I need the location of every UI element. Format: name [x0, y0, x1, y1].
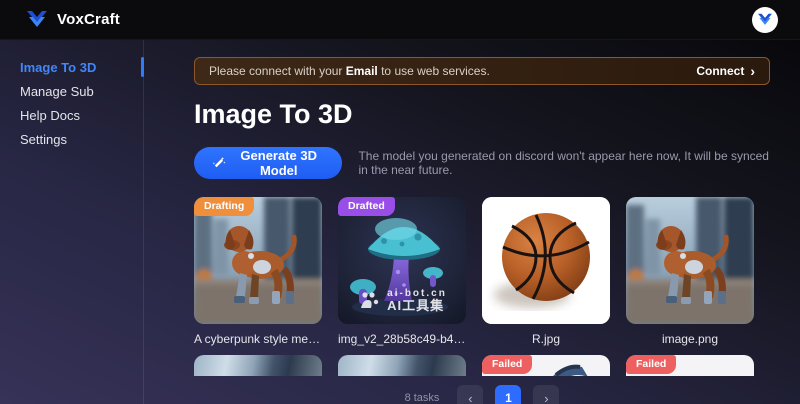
sidebar-item-label: Manage Sub	[20, 84, 94, 99]
task-caption: image.png	[626, 332, 754, 346]
pagination-page-1[interactable]: 1	[495, 385, 521, 404]
task-thumbnail-cyberpunk-dog[interactable]: Drafting	[194, 197, 322, 324]
generate-3d-model-button[interactable]: Generate 3D Model	[194, 147, 342, 179]
banner-text-prefix: Please connect with your	[209, 64, 346, 78]
voxcraft-logo-icon	[26, 10, 48, 30]
email-connect-banner: Please connect with your Email to use we…	[194, 57, 770, 85]
task-thumbnail-robot-dog[interactable]	[626, 197, 754, 324]
tasks-count: 8 tasks	[405, 392, 440, 404]
brand-name: VoxCraft	[57, 11, 120, 28]
chevron-right-icon: ›	[750, 64, 755, 78]
banner-message: Please connect with your Email to use we…	[209, 64, 490, 78]
task-card: Drafted ai-bot.cn AI工具集	[338, 197, 466, 346]
sidebar-item-settings[interactable]: Settings	[0, 127, 143, 151]
task-caption: A cyberpunk style mechanical...	[194, 332, 322, 346]
pagination-next-button[interactable]: ›	[533, 385, 559, 404]
user-avatar[interactable]	[752, 7, 778, 33]
brand: VoxCraft	[26, 10, 120, 30]
connect-label: Connect	[696, 64, 744, 78]
task-thumbnail-partial[interactable]	[338, 355, 466, 376]
sidebar-item-image-to-3d[interactable]: Image To 3D	[0, 55, 143, 79]
sidebar-item-manage-sub[interactable]: Manage Sub	[0, 79, 143, 103]
banner-text-email: Email	[346, 64, 378, 78]
connect-button[interactable]: Connect ›	[696, 64, 755, 78]
status-badge-drafted: Drafted	[338, 197, 395, 216]
sidebar-item-label: Settings	[20, 132, 67, 147]
main-content: Please connect with your Email to use we…	[144, 40, 800, 404]
pagination: 8 tasks ‹ 1 ›	[194, 385, 770, 404]
sidebar-item-help-docs[interactable]: Help Docs	[0, 103, 143, 127]
task-card-grid: Drafting A cyberpunk style mechanical...	[194, 197, 770, 346]
status-badge-failed: Failed	[626, 355, 676, 374]
ai-bot-logo-icon	[357, 291, 381, 311]
discord-sync-notice: The model you generated on discord won't…	[358, 149, 770, 177]
generate-button-label: Generate 3D Model	[233, 148, 324, 178]
task-thumbnail-partial[interactable]	[194, 355, 322, 376]
controls-row: Generate 3D Model The model you generate…	[194, 147, 770, 179]
pagination-prev-button[interactable]: ‹	[457, 385, 483, 404]
banner-text-suffix: to use web services.	[378, 64, 490, 78]
ai-bot-watermark: ai-bot.cn AI工具集	[338, 288, 466, 314]
task-card-grid-row2: Failed Failed	[194, 355, 770, 376]
task-card: Drafting A cyberpunk style mechanical...	[194, 197, 322, 346]
task-caption: img_v2_28b58c49-b49d-4e59...	[338, 332, 466, 346]
task-card: image.png	[626, 197, 754, 346]
task-card: R.jpg	[482, 197, 610, 346]
app-body: Image To 3D Manage Sub Help Docs Setting…	[0, 40, 800, 404]
active-indicator-bar	[141, 57, 144, 77]
sidebar: Image To 3D Manage Sub Help Docs Setting…	[0, 40, 144, 404]
sidebar-item-label: Help Docs	[20, 108, 80, 123]
status-badge-drafting: Drafting	[194, 197, 254, 216]
status-badge-failed: Failed	[482, 355, 532, 374]
sidebar-item-label: Image To 3D	[20, 60, 96, 75]
magic-wand-icon	[212, 156, 226, 170]
task-thumbnail-partial-failed[interactable]: Failed	[626, 355, 754, 376]
task-caption: R.jpg	[482, 332, 610, 346]
watermark-line2: AI工具集	[387, 299, 447, 314]
topbar: VoxCraft	[0, 0, 800, 40]
page-title: Image To 3D	[194, 99, 770, 130]
task-thumbnail-mushroom[interactable]: Drafted ai-bot.cn AI工具集	[338, 197, 466, 324]
chevron-left-icon: ‹	[468, 391, 472, 404]
task-thumbnail-partial-failed[interactable]: Failed	[482, 355, 610, 376]
chevron-right-icon: ›	[544, 391, 548, 404]
task-thumbnail-basketball[interactable]	[482, 197, 610, 324]
voxcraft-avatar-icon	[757, 13, 773, 27]
